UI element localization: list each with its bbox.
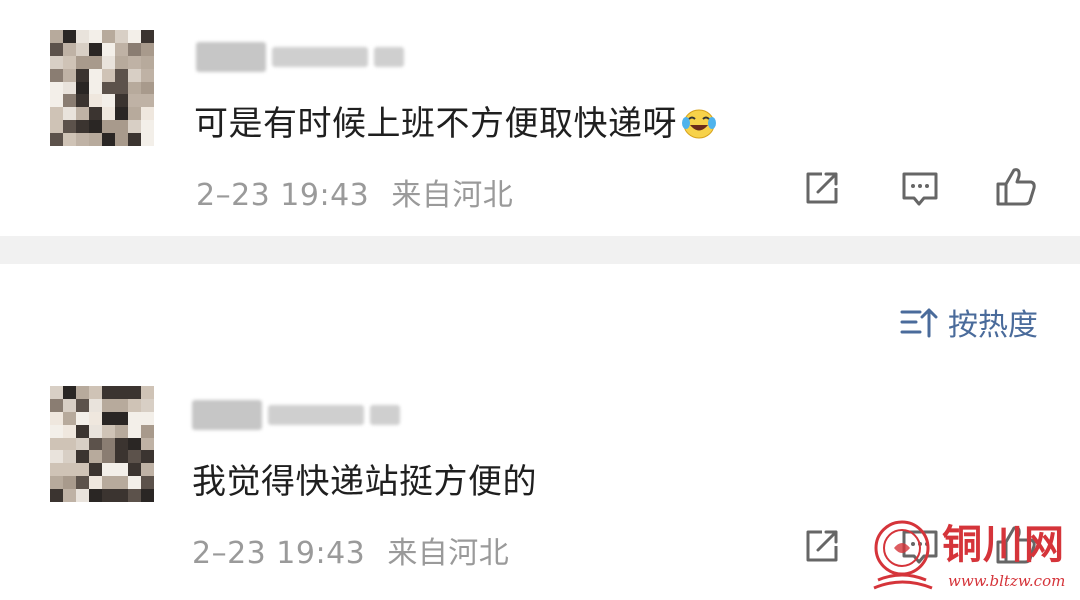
like-button[interactable]	[994, 522, 1038, 566]
share-button[interactable]	[800, 524, 844, 568]
avatar[interactable]	[50, 386, 154, 502]
reply-button[interactable]	[898, 524, 942, 568]
sort-icon	[900, 308, 938, 338]
comment-location: 来自河北	[391, 178, 514, 213]
like-icon	[996, 526, 1036, 564]
comment-location: 来自河北	[387, 536, 510, 571]
like-button[interactable]	[994, 164, 1038, 208]
comment-text: 我觉得快递站挺方便的	[192, 462, 537, 502]
comment-icon	[902, 172, 938, 206]
share-icon	[806, 530, 838, 562]
comment-item: 我觉得快递站挺方便的 2–23 19:43 来自河北	[0, 370, 1080, 600]
sort-label: 按热度	[948, 308, 1038, 343]
sort-by-hot-button[interactable]: 按热度	[900, 300, 1038, 344]
username-blurred[interactable]	[192, 398, 400, 432]
comment-text: 可是有时候上班不方便取快递呀	[194, 96, 717, 145]
like-icon	[996, 168, 1036, 206]
avatar[interactable]	[50, 30, 154, 146]
comment-meta: 2–23 19:43 来自河北	[192, 528, 509, 572]
share-button[interactable]	[800, 166, 844, 210]
comment-icon	[902, 530, 938, 564]
comment-date: 2–23 19:43	[192, 536, 366, 571]
reply-button[interactable]	[898, 166, 942, 210]
share-icon	[806, 172, 838, 204]
comment-meta: 2–23 19:43 来自河北	[196, 170, 513, 214]
comment-item: 可是有时候上班不方便取快递呀 2–23 19:43 来自河北	[0, 0, 1080, 236]
comment-date: 2–23 19:43	[196, 178, 370, 213]
section-divider	[0, 236, 1080, 264]
laughing-crying-emoji-icon	[681, 106, 717, 140]
username-blurred[interactable]	[196, 40, 404, 74]
